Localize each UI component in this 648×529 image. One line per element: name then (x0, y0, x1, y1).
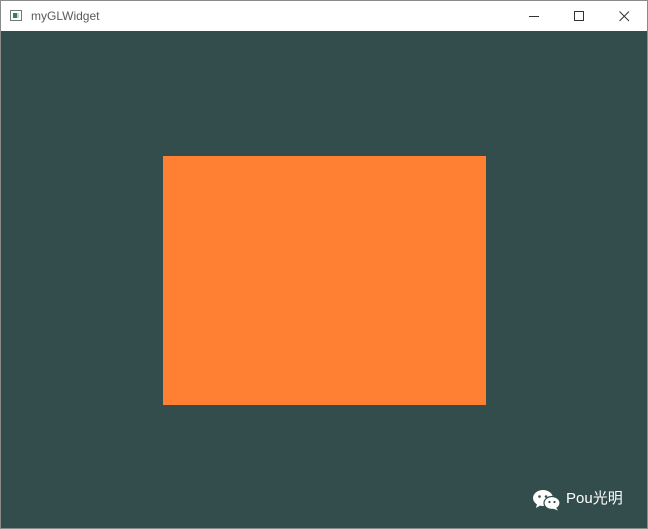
wechat-icon (533, 490, 561, 511)
gl-canvas[interactable]: Pou光明 (1, 31, 647, 528)
title-bar[interactable]: myGLWidget (1, 1, 647, 31)
maximize-icon (574, 11, 584, 21)
window-title: myGLWidget (31, 9, 100, 23)
app-window: myGLWidget Pou光明 (0, 0, 648, 529)
close-icon (619, 11, 630, 22)
maximize-button[interactable] (556, 1, 602, 31)
watermark-text: Pou光明 (566, 490, 623, 507)
app-icon[interactable] (10, 10, 22, 21)
orange-rectangle (163, 156, 486, 405)
close-button[interactable] (601, 1, 647, 31)
minimize-icon (529, 16, 539, 17)
minimize-button[interactable] (511, 1, 557, 31)
